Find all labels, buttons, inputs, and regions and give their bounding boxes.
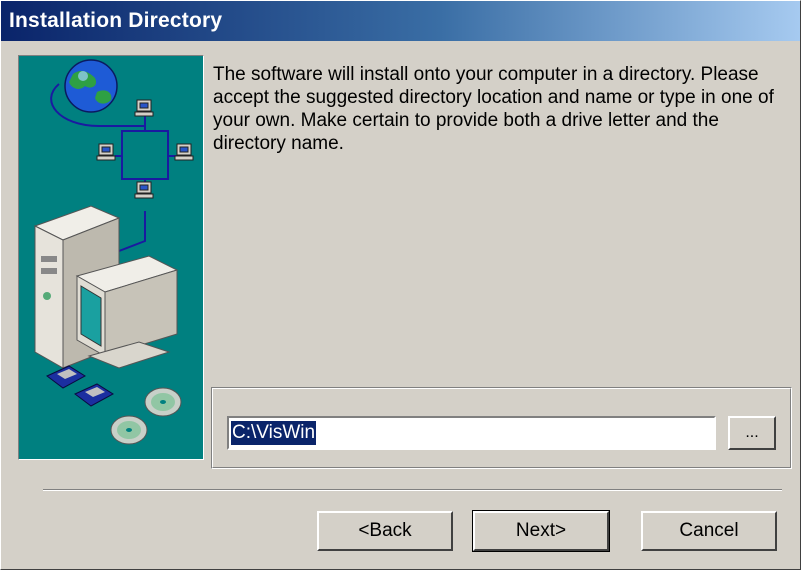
- instructions-text: The software will install onto your comp…: [213, 64, 774, 154]
- network-pc-icon: [96, 99, 194, 199]
- floppy-disk-icon: [46, 365, 114, 407]
- next-button[interactable]: Next>: [472, 510, 610, 552]
- install-directory-input[interactable]: [227, 416, 716, 450]
- setup-illustration: [18, 55, 204, 460]
- cd-disc-icon: [110, 387, 182, 445]
- back-button[interactable]: <Back: [317, 511, 453, 551]
- browse-button[interactable]: ...: [728, 416, 776, 450]
- globe-icon: [64, 59, 118, 113]
- dialog-title: Installation Directory: [9, 9, 223, 32]
- network-computer-illustration: [33, 59, 194, 445]
- installer-dialog: Installation Directory The software will…: [0, 0, 801, 570]
- cancel-button[interactable]: Cancel: [641, 511, 777, 551]
- title-bar: Installation Directory: [1, 1, 800, 41]
- separator: [43, 489, 782, 491]
- directory-group: C:\VisWin ...: [211, 387, 792, 469]
